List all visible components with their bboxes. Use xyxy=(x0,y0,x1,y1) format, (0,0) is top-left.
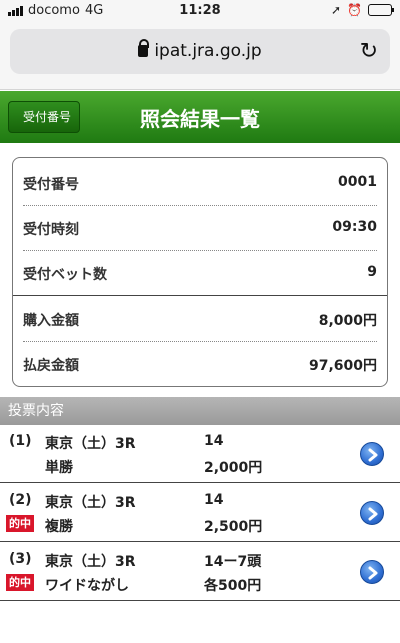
summary-label: 購入金額 xyxy=(23,313,79,329)
summary-row-receipt-time: 受付時刻 09:30 xyxy=(23,205,377,251)
bet-row[interactable]: (3) 東京（土）3R 的中 ワイドながし 14ー7頭 各500円 xyxy=(0,543,400,601)
summary-card: 受付番号 0001 受付時刻 09:30 受付ベット数 9 購入金額 8,000… xyxy=(12,157,388,387)
bet-amount: 2,000円 xyxy=(204,460,263,476)
bet-type: 複勝 xyxy=(45,519,73,535)
summary-row-receipt-number: 受付番号 0001 xyxy=(23,160,377,206)
bet-horse: 14 xyxy=(204,433,224,449)
lock-icon xyxy=(138,39,150,57)
bet-horse: 14 xyxy=(204,492,224,508)
bet-type: 単勝 xyxy=(45,460,73,476)
page-header: 受付番号 照会結果一覧 xyxy=(0,91,400,143)
summary-value: 9 xyxy=(367,264,377,280)
summary-label: 受付番号 xyxy=(23,177,79,193)
summary-row-purchase-amount: 購入金額 8,000円 xyxy=(23,296,377,342)
summary-label: 受付ベット数 xyxy=(23,267,107,283)
url-display[interactable]: ipat.jra.go.jp xyxy=(10,39,390,61)
bet-amount: 2,500円 xyxy=(204,519,263,535)
bet-horse: 14ー7頭 xyxy=(204,554,262,570)
address-bar[interactable]: ipat.jra.go.jp ↻ xyxy=(10,29,390,74)
battery-icon xyxy=(368,4,394,16)
bet-row[interactable]: (2) 東京（土）3R 的中 複勝 14 2,500円 xyxy=(0,484,400,542)
status-bar: docomo 4G 11:28 ➚ ⏰ xyxy=(0,0,400,22)
bet-number: (2) xyxy=(9,492,32,508)
summary-row-bet-count: 受付ベット数 9 xyxy=(23,250,377,296)
hit-badge: 的中 xyxy=(6,515,34,532)
summary-value: 09:30 xyxy=(332,219,377,235)
browser-toolbar: ipat.jra.go.jp ↻ xyxy=(0,22,400,90)
location-icon: ➚ xyxy=(330,3,342,17)
summary-value: 97,600円 xyxy=(308,358,377,374)
bet-amount: 各500円 xyxy=(204,578,262,594)
bet-type: ワイドながし xyxy=(45,578,129,594)
bet-race: 東京（土）3R xyxy=(45,554,136,570)
chevron-right-icon[interactable] xyxy=(360,560,384,584)
bet-race: 東京（土）3R xyxy=(45,495,136,511)
url-text: ipat.jra.go.jp xyxy=(154,41,262,61)
summary-label: 受付時刻 xyxy=(23,222,79,238)
bet-number: (1) xyxy=(9,433,32,449)
summary-row-payout-amount: 払戻金額 97,600円 xyxy=(23,341,377,387)
bet-race: 東京（土）3R xyxy=(45,436,136,452)
summary-label: 払戻金額 xyxy=(23,358,79,374)
chevron-right-icon[interactable] xyxy=(360,501,384,525)
hit-badge: 的中 xyxy=(6,574,34,591)
status-icons: ➚ ⏰ xyxy=(330,3,394,17)
chevron-right-icon[interactable] xyxy=(360,442,384,466)
reload-icon[interactable]: ↻ xyxy=(360,39,378,64)
bet-row[interactable]: (1) 東京（土）3R 単勝 14 2,000円 xyxy=(0,425,400,483)
summary-value: 0001 xyxy=(338,174,377,190)
bets-section-header: 投票内容 xyxy=(0,397,400,425)
bet-number: (3) xyxy=(9,551,32,567)
alarm-icon: ⏰ xyxy=(347,3,362,17)
summary-value: 8,000円 xyxy=(318,313,377,329)
page-title: 照会結果一覧 xyxy=(140,107,260,131)
